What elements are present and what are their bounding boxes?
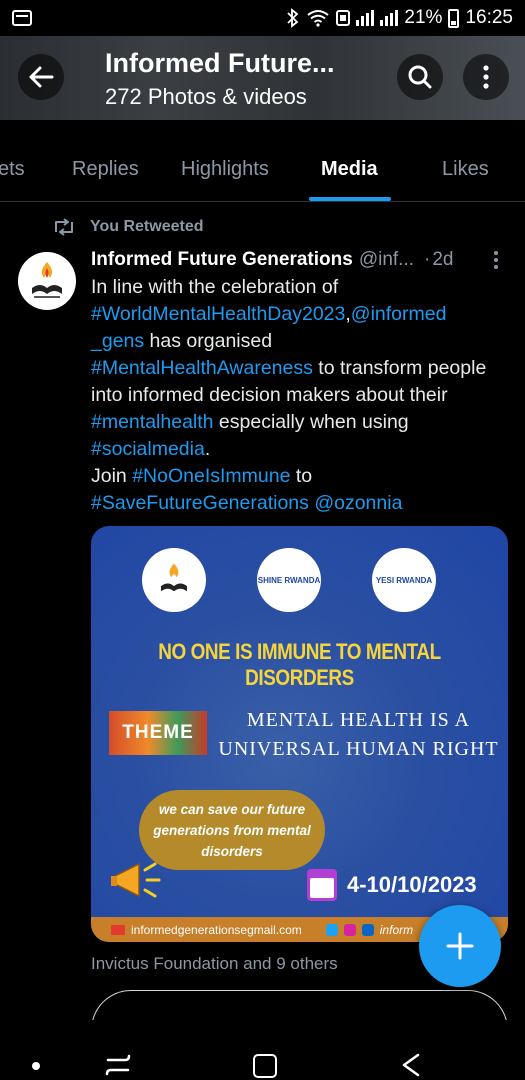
retweet-context: You Retweeted (52, 218, 204, 236)
home-button[interactable] (253, 1054, 277, 1078)
author-name[interactable]: Informed Future Generations (91, 249, 353, 271)
poster-theme: MENTAL HEALTH IS A UNIVERSAL HUMAN RIGHT (216, 706, 501, 764)
megaphone-icon (111, 862, 161, 898)
tweet-text-segment: to (290, 465, 313, 487)
tweet-timestamp[interactable]: 2d (432, 249, 453, 271)
twitter-icon (325, 923, 338, 936)
tweet-more-icon[interactable] (488, 250, 504, 270)
bluetooth-icon (287, 8, 299, 28)
social-context[interactable]: Invictus Foundation and 9 others (91, 954, 338, 974)
profile-header: Informed Future... 272 Photos & videos (0, 36, 525, 120)
retweet-label: You Retweeted (90, 218, 204, 235)
media-count: 272 Photos & videos (105, 84, 307, 109)
speech-bubble: we can save our future generations from … (139, 790, 325, 870)
yesi-rwanda-logo: YESI RWANDA (372, 548, 436, 612)
poster-headline: NO ONE IS IMMUNE TO MENTAL DISORDERS (158, 639, 441, 690)
more-options-button[interactable] (463, 54, 509, 100)
tweet-header: Informed Future Generations @inf... · 2d (91, 249, 511, 271)
search-icon (408, 65, 432, 89)
shine-rwanda-logo: SHINE RWANDA (257, 548, 321, 612)
system-nav-bar (0, 1020, 525, 1080)
search-button[interactable] (397, 54, 443, 100)
status-bar: 21% 16:25 (0, 0, 525, 36)
signal-2-icon (380, 10, 399, 26)
plus-icon (446, 932, 474, 960)
hashtag-link[interactable]: #MentalHealthAwareness (91, 357, 313, 379)
compose-button[interactable] (419, 905, 501, 987)
gallery-notification-icon (12, 10, 32, 26)
data-saver-icon (336, 10, 351, 26)
profile-tabs: ets Replies Highlights Media Likes (0, 138, 525, 202)
tweet-media-image[interactable]: SHINE RWANDA YESI RWANDA NO ONE IS IMMUN… (91, 526, 508, 942)
poster-theme-line: MENTAL HEALTH IS A (246, 709, 471, 731)
tab-replies[interactable]: Replies (72, 158, 139, 181)
flame-book-logo-icon (160, 563, 188, 592)
nav-dot-indicator (32, 1062, 40, 1070)
tweet-text-segment: has organised (144, 330, 273, 352)
event-dates: 4-10/10/2023 (347, 872, 477, 897)
tab-highlights[interactable]: Highlights (181, 158, 269, 181)
signal-1-icon (356, 10, 375, 26)
recent-apps-icon[interactable] (105, 1052, 131, 1078)
tweet-text: In line with the celebration of #WorldMe… (91, 274, 496, 517)
hashtag-link[interactable]: #NoOneIsImmune (132, 465, 290, 487)
hashtag-link[interactable]: #SaveFutureGenerations (91, 492, 309, 514)
mention-link[interactable]: @ozonnia (314, 492, 402, 514)
hashtag-link[interactable]: #mentalhealth (91, 411, 214, 433)
instagram-icon (343, 923, 356, 936)
retweet-icon (55, 218, 73, 236)
arrow-left-icon (29, 66, 54, 88)
hashtag-link[interactable]: #WorldMentalHealthDay2023 (91, 303, 345, 325)
footer-handle: inform (379, 922, 414, 937)
tweet-text-segment: . (204, 438, 211, 460)
hashtag-link[interactable]: #socialmedia (91, 438, 205, 460)
tab-likes[interactable]: Likes (442, 158, 489, 181)
back-button[interactable] (18, 54, 64, 100)
wifi-icon (307, 10, 330, 27)
battery-percent: 21% (404, 7, 443, 28)
page-title: Informed Future... (105, 48, 335, 78)
contact-email: informedgenerationsegmail.com (131, 922, 302, 937)
poster-theme-line: UNIVERSAL HUMAN RIGHT (218, 738, 499, 760)
tweet-text-segment: Join (91, 465, 133, 487)
battery-icon (448, 8, 460, 28)
avatar[interactable] (18, 252, 76, 310)
separator-dot: · (424, 249, 431, 270)
tab-posts[interactable]: ets (0, 158, 25, 181)
linkedin-icon (361, 923, 374, 936)
author-handle[interactable]: @inf... (359, 249, 414, 271)
organization-logo-icon (32, 262, 62, 298)
calendar-icon (307, 869, 337, 901)
tab-media[interactable]: Media (321, 158, 378, 181)
clock: 16:25 (465, 7, 513, 28)
ifg-logo (142, 548, 206, 612)
more-vertical-icon (483, 65, 489, 89)
theme-label: THEME (109, 711, 207, 755)
system-back-icon[interactable] (398, 1052, 424, 1078)
tweet-text-segment: In line with the celebration of (91, 276, 339, 298)
tweet-text-segment: especially when using (213, 411, 409, 433)
active-tab-indicator (309, 197, 391, 201)
mail-icon (111, 924, 125, 935)
